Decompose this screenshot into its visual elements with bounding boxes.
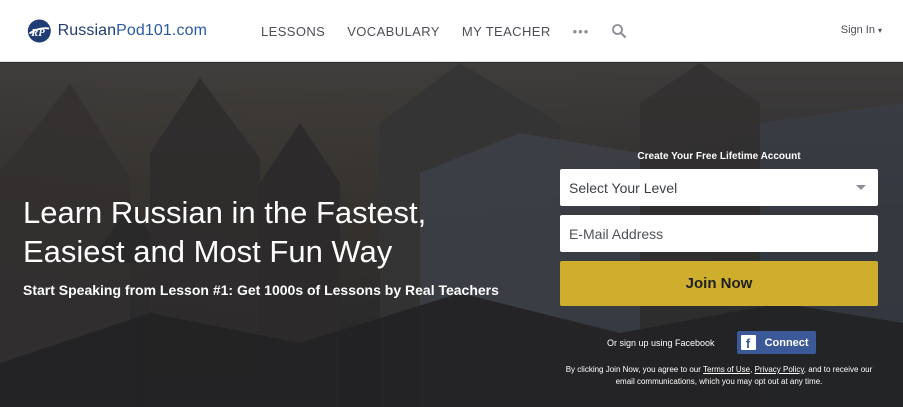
signup-form: Create Your Free Lifetime Account Select… [560,151,878,306]
join-now-button[interactable]: Join Now [560,261,878,306]
hero-subheadline: Start Speaking from Lesson #1: Get 1000s… [23,282,499,298]
legal-prefix: By clicking Join Now, you agree to our [565,365,701,374]
site-logo[interactable]: RP RussianPod101.com [27,13,207,49]
more-icon[interactable]: ••• [573,23,590,41]
level-select[interactable]: Select Your Level [560,169,878,206]
signup-title: Create Your Free Lifetime Account [637,151,801,162]
nav-my-teacher[interactable]: MY TEACHER [462,23,551,41]
logo-mark-text: RP [30,27,45,39]
nav-lessons[interactable]: LESSONS [261,23,325,41]
logo-mark-icon: RP [27,19,51,43]
hero-headline-line2: Easiest and Most Fun Way [23,234,393,269]
privacy-policy-link[interactable]: Privacy Policy [755,365,804,374]
hero-headline: Learn Russian in the Fastest, Easiest an… [23,193,543,271]
chevron-down-icon [856,185,866,190]
terms-of-use-link[interactable]: Terms of Use [703,365,750,374]
site-header: RP RussianPod101.com LESSONS VOCABULARY … [0,0,903,62]
level-select-value: Select Your Level [569,179,678,196]
logo-text: RussianPod101.com [57,22,207,39]
email-field[interactable] [560,215,878,252]
facebook-connect-label: Connect [764,336,809,349]
nav-vocabulary[interactable]: VOCABULARY [347,23,440,41]
facebook-connect-button[interactable]: f Connect [736,331,816,354]
hero-headline-line1: Learn Russian in the Fastest, [23,195,427,230]
facebook-icon: f [740,335,756,350]
legal-notice: By clicking Join Now, you agree to our T… [565,365,873,386]
facebook-signup-row: Or sign up using Facebook f Connect [607,331,816,354]
search-icon[interactable] [611,23,627,39]
main-nav: LESSONS VOCABULARY MY TEACHER ••• [261,23,627,41]
sign-in-label: Sign In [840,24,875,36]
facebook-signup-text: Or sign up using Facebook [607,337,715,348]
chevron-down-icon: ▾ [877,25,882,35]
sign-in-menu[interactable]: Sign In ▾ [841,24,882,36]
